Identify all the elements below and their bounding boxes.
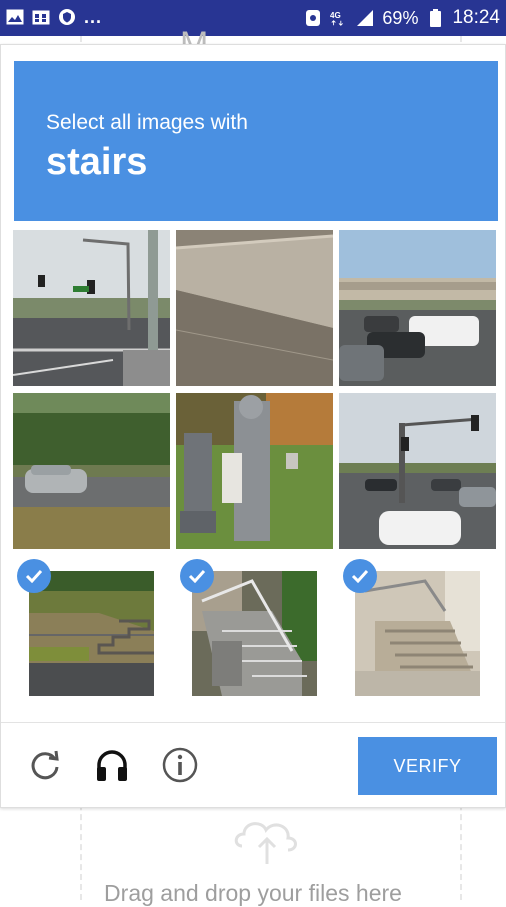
status-time: 18:24 [452, 7, 500, 28]
captcha-tile-4[interactable] [13, 393, 170, 549]
calendar-icon [32, 8, 50, 26]
upload-cloud-icon [234, 822, 297, 864]
verify-button[interactable]: VERIFY [358, 737, 497, 795]
reload-icon[interactable] [25, 745, 65, 785]
prompt-target: stairs [46, 141, 148, 183]
gallery-icon [6, 8, 24, 26]
captcha-tile-7[interactable] [29, 571, 154, 696]
info-icon[interactable] [160, 745, 200, 785]
captcha-tile-6[interactable] [339, 393, 496, 549]
captcha-tile-2[interactable] [176, 230, 333, 386]
captcha-tile-5[interactable] [176, 393, 333, 549]
headphones-icon[interactable] [92, 745, 132, 785]
tile-7-selected-check-icon [17, 559, 51, 593]
captcha-prompt-header: Select all images with stairs [14, 61, 498, 221]
svg-text:4G: 4G [330, 11, 341, 20]
captcha-tile-8[interactable] [192, 571, 317, 696]
shield-icon [58, 8, 76, 26]
status-bar: ... 4G 69% 18:24 [0, 0, 506, 36]
captcha-tile-1[interactable] [13, 230, 170, 386]
captcha-tile-3[interactable] [339, 230, 496, 386]
alarm-icon [304, 9, 322, 27]
overflow-indicator: ... [84, 7, 103, 27]
captcha-tile-9[interactable] [355, 571, 480, 696]
captcha-dialog: Select all images with stairs VERIFY [0, 44, 506, 808]
footer-divider [1, 722, 505, 723]
tile-9-selected-check-icon [343, 559, 377, 593]
battery-icon [426, 9, 444, 27]
battery-percentage: 69% [382, 7, 419, 28]
tile-8-selected-check-icon [180, 559, 214, 593]
network-4g-icon: 4G [330, 9, 348, 27]
signal-icon [356, 9, 374, 27]
drop-zone-text: Drag and drop your files here [104, 880, 402, 906]
prompt-prefix: Select all images with [46, 111, 248, 134]
